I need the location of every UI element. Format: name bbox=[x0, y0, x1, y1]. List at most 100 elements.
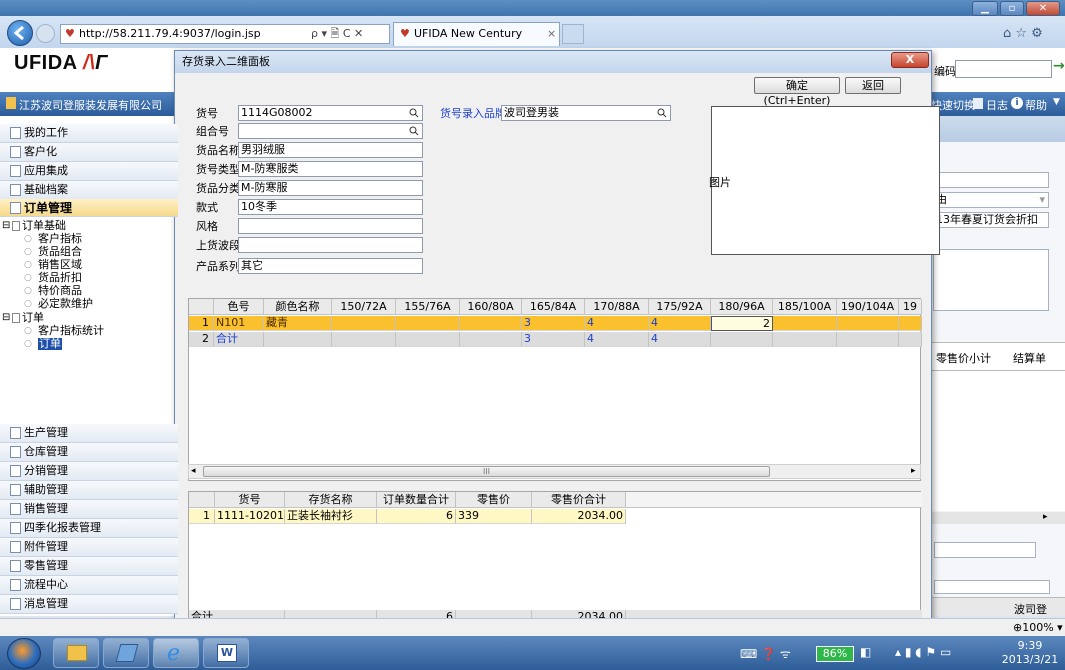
help-dropdown-icon[interactable]: ▼ bbox=[1053, 97, 1060, 107]
size-cell-q185[interactable] bbox=[773, 332, 837, 347]
bg-reason-select[interactable]: 由 ▾ bbox=[933, 192, 1049, 208]
search-icon[interactable] bbox=[409, 126, 419, 136]
search-icon[interactable] bbox=[409, 108, 419, 118]
bg-order-meeting-field[interactable]: 13年春夏订货会折扣 bbox=[933, 212, 1049, 228]
sidebar-bottom-section-7[interactable]: 零售管理 bbox=[0, 557, 178, 576]
sidebar-bottom-section-5[interactable]: 四季化报表管理 bbox=[0, 519, 178, 538]
new-tab-button[interactable] bbox=[562, 24, 584, 44]
tree-item-1[interactable]: 客户指标 bbox=[38, 233, 82, 245]
series-input[interactable]: 其它 bbox=[238, 258, 423, 274]
size-cell-q180[interactable] bbox=[711, 332, 773, 347]
wave-input[interactable] bbox=[238, 237, 423, 253]
tree-item-6[interactable]: 必定款维护 bbox=[38, 298, 93, 310]
size-cell-q170[interactable]: 4 bbox=[585, 332, 649, 347]
item-name-input[interactable]: 男羽绒服 bbox=[238, 142, 423, 158]
item-category-input[interactable]: M-防寒服 bbox=[238, 180, 423, 196]
zoom-level[interactable]: ⊕100% ▾ bbox=[1013, 621, 1063, 634]
bg-textarea[interactable] bbox=[933, 249, 1049, 311]
sidebar-section-3[interactable]: 基础档案 bbox=[0, 181, 178, 200]
battery-indicator[interactable]: 86% bbox=[816, 646, 854, 662]
size-cell-q190[interactable] bbox=[837, 316, 899, 331]
network-icon[interactable]: ◧ bbox=[860, 645, 871, 659]
explorer-taskbar-button[interactable] bbox=[53, 638, 99, 668]
sidebar-bottom-section-2[interactable]: 分销管理 bbox=[0, 462, 178, 481]
size-cell-q185[interactable] bbox=[773, 316, 837, 331]
log-link[interactable]: 日志 bbox=[986, 97, 1008, 113]
item-type-input[interactable]: M-防寒服类 bbox=[238, 161, 423, 177]
sidebar-bottom-section-8[interactable]: 流程中心 bbox=[0, 576, 178, 595]
size-cell-q165[interactable]: 3 bbox=[522, 316, 585, 331]
sidebar-bottom-section-0[interactable]: 生产管理 bbox=[0, 424, 178, 443]
size-cell-q150[interactable] bbox=[332, 316, 396, 331]
back-button[interactable] bbox=[7, 20, 33, 46]
minimize-button[interactable]: ▁ bbox=[972, 1, 998, 16]
sidebar-section-4[interactable]: 订单管理 bbox=[0, 199, 178, 217]
scroll-right-icon[interactable]: ▸ bbox=[911, 466, 916, 476]
tree-item-2[interactable]: 货品组合 bbox=[38, 246, 82, 258]
browser-tab[interactable]: ♥ UFIDA New Century × bbox=[393, 22, 560, 46]
size-cell-q160[interactable] bbox=[460, 316, 522, 331]
scroll-left-icon[interactable]: ◂ bbox=[191, 466, 196, 476]
sidebar-bottom-section-6[interactable]: 附件管理 bbox=[0, 538, 178, 557]
size-cell-q180[interactable]: 2 bbox=[711, 316, 773, 331]
back-button-dialog[interactable]: 返回 bbox=[845, 77, 901, 94]
sidebar-bottom-section-3[interactable]: 辅助管理 bbox=[0, 481, 178, 500]
help-link[interactable]: 帮助 bbox=[1025, 97, 1047, 113]
size-cell-q150[interactable] bbox=[332, 332, 396, 347]
tree-item-5[interactable]: 特价商品 bbox=[38, 285, 82, 297]
scroll-thumb[interactable]: III bbox=[203, 466, 770, 477]
size-cell-q155[interactable] bbox=[396, 316, 460, 331]
fashion-input[interactable] bbox=[238, 218, 423, 234]
sidebar-bottom-section-1[interactable]: 仓库管理 bbox=[0, 443, 178, 462]
summary-cell-total[interactable]: 2034.00 bbox=[532, 509, 626, 524]
size-cell-q190[interactable] bbox=[837, 332, 899, 347]
address-controls[interactable]: ρ ▾ 🗎 C ✕ bbox=[311, 25, 363, 43]
sidebar-section-2[interactable]: 应用集成 bbox=[0, 162, 178, 181]
tree-expand-icon[interactable]: ⊟ bbox=[2, 220, 10, 232]
tree-item-0[interactable]: 订单基础 bbox=[22, 220, 66, 232]
word-taskbar-button[interactable]: W bbox=[203, 638, 249, 668]
window-close-button[interactable]: ✕ bbox=[1026, 1, 1060, 16]
brand-input[interactable]: 波司登男装 bbox=[501, 105, 671, 121]
item-no-input[interactable]: 1114G08002 bbox=[238, 105, 423, 121]
tray-icons-right[interactable]: ▴ ▮ ◖ ⚑ ▭ bbox=[895, 645, 951, 659]
tree-item-4[interactable]: 货品折扣 bbox=[38, 272, 82, 284]
size-cell-q175[interactable]: 4 bbox=[649, 332, 711, 347]
home-star-gear-icons[interactable]: ⌂ ☆ ⚙ bbox=[1003, 26, 1043, 41]
sidebar-bottom-section-9[interactable]: 消息管理 bbox=[0, 595, 178, 614]
right-search-input[interactable] bbox=[955, 60, 1052, 78]
size-cell-q155[interactable] bbox=[396, 332, 460, 347]
dialog-close-button[interactable]: X bbox=[891, 52, 929, 68]
confirm-button[interactable]: 确定(Ctrl+Enter) bbox=[754, 77, 840, 107]
sidebar-bottom-section-4[interactable]: 销售管理 bbox=[0, 500, 178, 519]
style-input[interactable]: 10冬季 bbox=[238, 199, 423, 215]
tree-item-3[interactable]: 销售区域 bbox=[38, 259, 82, 271]
sidebar-section-0[interactable]: 我的工作 bbox=[0, 124, 178, 143]
clock[interactable]: 9:39 2013/3/21 bbox=[1000, 639, 1060, 667]
maximize-button[interactable]: ▫ bbox=[1000, 1, 1024, 16]
start-button[interactable] bbox=[7, 638, 41, 669]
tree-item-7[interactable]: 订单 bbox=[22, 312, 44, 324]
tray-icons-left[interactable]: ⌨ ❓ ᯤ bbox=[740, 645, 791, 662]
size-cell-q165[interactable]: 3 bbox=[522, 332, 585, 347]
bg-input-2[interactable] bbox=[934, 542, 1036, 558]
combo-no-input[interactable] bbox=[238, 123, 423, 139]
tree-item-9[interactable]: 订单 bbox=[38, 338, 62, 350]
tree-expand-icon[interactable]: ⊟ bbox=[2, 312, 10, 324]
forward-button[interactable] bbox=[36, 24, 55, 43]
summary-cell-qty[interactable]: 6 bbox=[377, 509, 456, 524]
size-grid-hscrollbar[interactable]: ◂ III ▸ bbox=[188, 464, 921, 479]
sidebar-section-1[interactable]: 客户化 bbox=[0, 143, 178, 162]
bg-input-3[interactable] bbox=[934, 580, 1050, 594]
size-cell-q170[interactable]: 4 bbox=[585, 316, 649, 331]
go-arrow-icon[interactable]: → bbox=[1053, 58, 1065, 74]
size-cell-q175[interactable]: 4 bbox=[649, 316, 711, 331]
size-cell-q160[interactable] bbox=[460, 332, 522, 347]
app-taskbar-button[interactable] bbox=[103, 638, 149, 668]
ie-taskbar-button[interactable]: e bbox=[153, 638, 199, 668]
search-icon[interactable] bbox=[657, 108, 667, 118]
bg-input-1[interactable] bbox=[933, 172, 1049, 188]
tab-close-icon[interactable]: × bbox=[547, 23, 556, 45]
address-bar[interactable]: ♥ http://58.211.79.4:9037/login.jsp ρ ▾ … bbox=[60, 24, 390, 44]
tree-item-8[interactable]: 客户指标统计 bbox=[38, 325, 104, 337]
